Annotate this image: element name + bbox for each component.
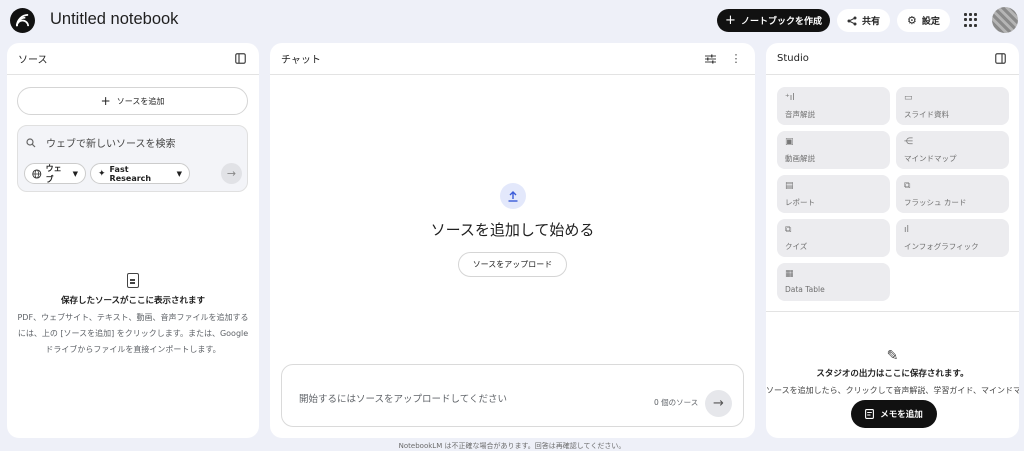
studio-panel-header: Studio bbox=[766, 43, 1019, 75]
settings-button[interactable]: ⚙ 設定 bbox=[897, 9, 950, 32]
studio-tile-label: インフォグラフィック bbox=[904, 242, 979, 251]
collapse-panel-icon[interactable] bbox=[232, 51, 248, 67]
arrow-right-icon: → bbox=[713, 396, 724, 411]
add-note-button[interactable]: メモを追加 bbox=[851, 400, 937, 428]
studio-empty-state: ✎ スタジオの出力はここに保存されます。 ソースを追加したら、クリックして音声解… bbox=[766, 348, 1019, 396]
upload-icon bbox=[499, 183, 526, 209]
infographic-icon: ıl bbox=[904, 225, 910, 235]
studio-tile-report[interactable]: ▤ レポート bbox=[777, 175, 890, 213]
table-icon: ▦ bbox=[785, 269, 794, 279]
chat-input-box[interactable]: 開始するにはソースをアップロードしてください 0 個のソース → bbox=[281, 364, 744, 427]
source-count-label: 0 個のソース bbox=[654, 398, 699, 407]
research-chip-label: Fast Research bbox=[109, 164, 152, 183]
video-icon: ▣ bbox=[785, 137, 794, 147]
flashcards-icon: ⧉ bbox=[904, 181, 911, 191]
chat-input-placeholder: 開始するにはソースをアップロードしてください bbox=[299, 394, 507, 405]
plus-icon: + bbox=[100, 94, 111, 108]
notebooklm-logo-icon[interactable] bbox=[10, 8, 35, 33]
sources-panel-header: ソース bbox=[7, 43, 259, 75]
apps-grid-icon[interactable] bbox=[964, 13, 978, 27]
chat-empty-state: ソースを追加して始める ソースをアップロード bbox=[270, 183, 755, 277]
studio-tile-label: フラッシュ カード bbox=[904, 198, 967, 207]
mindmap-icon: ⋲ bbox=[904, 137, 913, 147]
studio-tile-label: レポート bbox=[785, 198, 815, 207]
studio-tile-label: Data Table bbox=[785, 285, 825, 294]
web-chip-label: ウェブ bbox=[45, 163, 62, 184]
globe-icon bbox=[32, 168, 42, 179]
studio-tile-infographic[interactable]: ıl インフォグラフィック bbox=[896, 219, 1009, 257]
studio-tile-data-table[interactable]: ▦ Data Table bbox=[777, 263, 890, 301]
chevron-down-icon: ▼ bbox=[72, 169, 78, 178]
source-search-box: ウェブで新しいソースを検索 ウェブ ▼ ✦ Fast Research ▼ → bbox=[17, 125, 248, 192]
notebook-title[interactable]: Untitled notebook bbox=[50, 10, 178, 29]
search-icon bbox=[26, 137, 36, 147]
create-notebook-label: ノートブックを作成 bbox=[740, 17, 822, 27]
research-mode-dropdown[interactable]: ✦ Fast Research ▼ bbox=[90, 163, 190, 184]
chat-panel-title: チャット bbox=[281, 55, 321, 66]
studio-tile-flashcards[interactable]: ⧉ フラッシュ カード bbox=[896, 175, 1009, 213]
studio-tile-label: マインドマップ bbox=[904, 154, 957, 163]
quiz-icon: ⧉ bbox=[785, 225, 792, 235]
chat-panel-header: チャット ⋮ bbox=[270, 43, 755, 75]
studio-tile-mind-map[interactable]: ⋲ マインドマップ bbox=[896, 131, 1009, 169]
sources-panel: ソース + ソースを追加 ウェブで新しいソースを検索 ウェブ ▼ ✦ Fast … bbox=[7, 43, 259, 438]
footer-disclaimer: NotebookLM は不正確な場合があります。回答は再確認してください。 bbox=[398, 442, 626, 450]
note-icon bbox=[865, 409, 875, 419]
sources-empty-description: PDF、ウェブサイト、テキスト、動画、音声ファイルを追加するには、上の [ソース… bbox=[17, 313, 249, 354]
sources-empty-title: 保存したソースがここに表示されます bbox=[60, 296, 206, 306]
studio-tile-slides[interactable]: ▭ スライド資料 bbox=[896, 87, 1009, 125]
source-search-input[interactable]: ウェブで新しいソースを検索 bbox=[46, 135, 176, 150]
upload-source-button[interactable]: ソースをアップロード bbox=[457, 252, 568, 277]
chevron-down-icon: ▼ bbox=[176, 169, 182, 178]
studio-tile-audio-overview[interactable]: ⁺ıl 音声解説 bbox=[777, 87, 890, 125]
studio-divider bbox=[766, 311, 1019, 312]
studio-empty-title: スタジオの出力はここに保存されます。 bbox=[816, 369, 969, 379]
share-label: 共有 bbox=[861, 17, 880, 27]
settings-label: 設定 bbox=[921, 17, 940, 27]
report-icon: ▤ bbox=[785, 181, 794, 191]
audio-waves-icon: ⁺ıl bbox=[785, 93, 795, 103]
more-vert-icon[interactable]: ⋮ bbox=[728, 51, 744, 67]
share-icon bbox=[847, 16, 857, 25]
chat-empty-heading: ソースを追加して始める bbox=[430, 221, 595, 239]
gear-icon: ⚙ bbox=[907, 14, 917, 27]
share-button[interactable]: 共有 bbox=[837, 9, 890, 32]
studio-panel: Studio ⁺ıl 音声解説 ▭ スライド資料 ▣ 動画解説 ⋲ マインドマッ… bbox=[766, 43, 1019, 438]
studio-tile-video-overview[interactable]: ▣ 動画解説 bbox=[777, 131, 890, 169]
sources-empty-state: 保存したソースがここに表示されます PDF、ウェブサイト、テキスト、動画、音声フ… bbox=[7, 273, 259, 358]
search-submit-button[interactable]: → bbox=[221, 163, 242, 184]
studio-tile-label: 音声解説 bbox=[785, 110, 815, 119]
add-source-button[interactable]: + ソースを追加 bbox=[17, 87, 248, 115]
add-note-label: メモを追加 bbox=[880, 410, 923, 420]
web-source-dropdown[interactable]: ウェブ ▼ bbox=[24, 163, 86, 184]
collapse-panel-icon[interactable] bbox=[992, 51, 1008, 67]
studio-panel-title: Studio bbox=[777, 53, 809, 64]
document-icon bbox=[127, 273, 139, 288]
studio-empty-description: ソースを追加したら、クリックして音声解説、学習ガイド、マインドマップなどを追加し… bbox=[766, 386, 1019, 395]
tune-icon[interactable] bbox=[702, 51, 718, 67]
avatar[interactable] bbox=[992, 7, 1018, 33]
studio-tile-label: スライド資料 bbox=[904, 110, 949, 119]
create-notebook-button[interactable]: + ノートブックを作成 bbox=[717, 9, 830, 32]
sources-panel-title: ソース bbox=[18, 55, 48, 66]
magic-wand-icon: ✎ bbox=[886, 348, 899, 364]
add-source-label: ソースを追加 bbox=[116, 96, 165, 106]
send-button[interactable]: → bbox=[705, 390, 732, 417]
plus-icon: + bbox=[725, 13, 736, 28]
chat-panel: チャット ⋮ ソースを追加して始める ソースをアップロード 開始するにはソースを… bbox=[270, 43, 755, 438]
top-bar: Untitled notebook + ノートブックを作成 共有 ⚙ 設定 bbox=[0, 0, 1024, 42]
studio-tile-quiz[interactable]: ⧉ クイズ bbox=[777, 219, 890, 257]
research-sparkle-icon: ✦ bbox=[98, 168, 106, 179]
slides-icon: ▭ bbox=[904, 93, 913, 103]
arrow-right-icon: → bbox=[226, 167, 237, 180]
studio-tile-label: クイズ bbox=[785, 242, 808, 251]
studio-tile-label: 動画解説 bbox=[785, 154, 815, 163]
